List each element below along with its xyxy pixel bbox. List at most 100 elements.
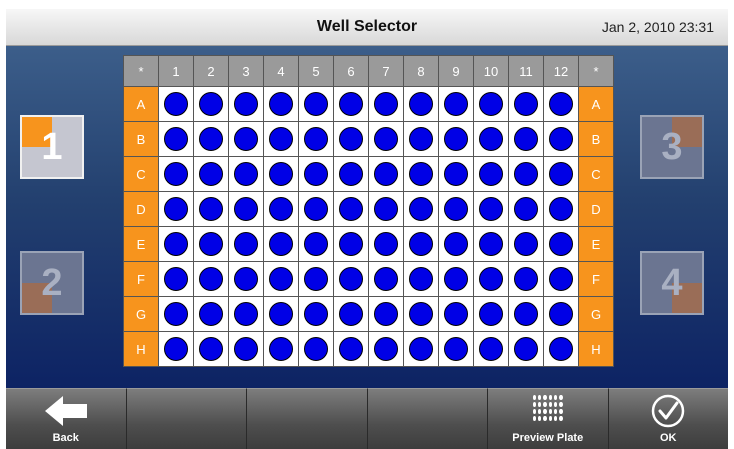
well-E12[interactable] bbox=[543, 226, 579, 262]
well-A11[interactable] bbox=[508, 86, 544, 122]
well-E4[interactable] bbox=[263, 226, 299, 262]
well-E8[interactable] bbox=[403, 226, 439, 262]
well-D10[interactable] bbox=[473, 191, 509, 227]
well-B10[interactable] bbox=[473, 121, 509, 157]
well-D3[interactable] bbox=[228, 191, 264, 227]
row-label-A[interactable]: A bbox=[578, 86, 614, 122]
well-B6[interactable] bbox=[333, 121, 369, 157]
row-label-B[interactable]: B bbox=[123, 121, 159, 157]
well-E5[interactable] bbox=[298, 226, 334, 262]
column-header-4[interactable]: 4 bbox=[263, 55, 299, 87]
empty-button-1[interactable] bbox=[126, 388, 247, 449]
well-H5[interactable] bbox=[298, 331, 334, 367]
well-A12[interactable] bbox=[543, 86, 579, 122]
quadrant-3-button[interactable]: 3 bbox=[640, 115, 704, 179]
well-D11[interactable] bbox=[508, 191, 544, 227]
column-header-8[interactable]: 8 bbox=[403, 55, 439, 87]
column-header-2[interactable]: 2 bbox=[193, 55, 229, 87]
well-G5[interactable] bbox=[298, 296, 334, 332]
column-header-5[interactable]: 5 bbox=[298, 55, 334, 87]
well-G9[interactable] bbox=[438, 296, 474, 332]
row-label-B[interactable]: B bbox=[578, 121, 614, 157]
well-H3[interactable] bbox=[228, 331, 264, 367]
well-E6[interactable] bbox=[333, 226, 369, 262]
well-D1[interactable] bbox=[158, 191, 194, 227]
column-header-6[interactable]: 6 bbox=[333, 55, 369, 87]
well-D8[interactable] bbox=[403, 191, 439, 227]
well-B11[interactable] bbox=[508, 121, 544, 157]
well-G12[interactable] bbox=[543, 296, 579, 332]
well-G1[interactable] bbox=[158, 296, 194, 332]
well-D7[interactable] bbox=[368, 191, 404, 227]
well-G2[interactable] bbox=[193, 296, 229, 332]
well-E3[interactable] bbox=[228, 226, 264, 262]
row-label-D[interactable]: D bbox=[578, 191, 614, 227]
well-A1[interactable] bbox=[158, 86, 194, 122]
well-H12[interactable] bbox=[543, 331, 579, 367]
well-C10[interactable] bbox=[473, 156, 509, 192]
well-B1[interactable] bbox=[158, 121, 194, 157]
ok-button[interactable]: OK bbox=[608, 388, 728, 449]
well-C6[interactable] bbox=[333, 156, 369, 192]
well-A3[interactable] bbox=[228, 86, 264, 122]
well-F6[interactable] bbox=[333, 261, 369, 297]
well-G3[interactable] bbox=[228, 296, 264, 332]
column-header-9[interactable]: 9 bbox=[438, 55, 474, 87]
row-label-H[interactable]: H bbox=[578, 331, 614, 367]
well-G8[interactable] bbox=[403, 296, 439, 332]
well-D9[interactable] bbox=[438, 191, 474, 227]
well-G4[interactable] bbox=[263, 296, 299, 332]
well-E7[interactable] bbox=[368, 226, 404, 262]
row-label-H[interactable]: H bbox=[123, 331, 159, 367]
well-F2[interactable] bbox=[193, 261, 229, 297]
well-A7[interactable] bbox=[368, 86, 404, 122]
well-E2[interactable] bbox=[193, 226, 229, 262]
well-F9[interactable] bbox=[438, 261, 474, 297]
row-label-G[interactable]: G bbox=[578, 296, 614, 332]
well-E11[interactable] bbox=[508, 226, 544, 262]
well-B12[interactable] bbox=[543, 121, 579, 157]
row-label-E[interactable]: E bbox=[123, 226, 159, 262]
well-B8[interactable] bbox=[403, 121, 439, 157]
column-header-7[interactable]: 7 bbox=[368, 55, 404, 87]
well-D12[interactable] bbox=[543, 191, 579, 227]
well-B2[interactable] bbox=[193, 121, 229, 157]
well-A6[interactable] bbox=[333, 86, 369, 122]
well-C5[interactable] bbox=[298, 156, 334, 192]
well-A5[interactable] bbox=[298, 86, 334, 122]
empty-button-3[interactable] bbox=[367, 388, 488, 449]
row-label-A[interactable]: A bbox=[123, 86, 159, 122]
well-H9[interactable] bbox=[438, 331, 474, 367]
well-H1[interactable] bbox=[158, 331, 194, 367]
well-C4[interactable] bbox=[263, 156, 299, 192]
quadrant-1-button[interactable]: 1 bbox=[20, 115, 84, 179]
quadrant-4-button[interactable]: 4 bbox=[640, 251, 704, 315]
column-header-10[interactable]: 10 bbox=[473, 55, 509, 87]
well-E9[interactable] bbox=[438, 226, 474, 262]
column-header-11[interactable]: 11 bbox=[508, 55, 544, 87]
well-C8[interactable] bbox=[403, 156, 439, 192]
well-F4[interactable] bbox=[263, 261, 299, 297]
well-C3[interactable] bbox=[228, 156, 264, 192]
column-header-12[interactable]: 12 bbox=[543, 55, 579, 87]
preview-plate-button[interactable]: Preview Plate bbox=[488, 388, 609, 449]
well-B3[interactable] bbox=[228, 121, 264, 157]
well-F1[interactable] bbox=[158, 261, 194, 297]
back-button[interactable]: Back bbox=[6, 388, 127, 449]
well-A2[interactable] bbox=[193, 86, 229, 122]
row-label-C[interactable]: C bbox=[578, 156, 614, 192]
well-E10[interactable] bbox=[473, 226, 509, 262]
well-D6[interactable] bbox=[333, 191, 369, 227]
well-D2[interactable] bbox=[193, 191, 229, 227]
row-label-G[interactable]: G bbox=[123, 296, 159, 332]
well-D4[interactable] bbox=[263, 191, 299, 227]
well-F8[interactable] bbox=[403, 261, 439, 297]
well-H11[interactable] bbox=[508, 331, 544, 367]
well-F11[interactable] bbox=[508, 261, 544, 297]
row-label-C[interactable]: C bbox=[123, 156, 159, 192]
well-B4[interactable] bbox=[263, 121, 299, 157]
well-F5[interactable] bbox=[298, 261, 334, 297]
corner-label[interactable]: * bbox=[578, 55, 614, 87]
well-A4[interactable] bbox=[263, 86, 299, 122]
well-E1[interactable] bbox=[158, 226, 194, 262]
